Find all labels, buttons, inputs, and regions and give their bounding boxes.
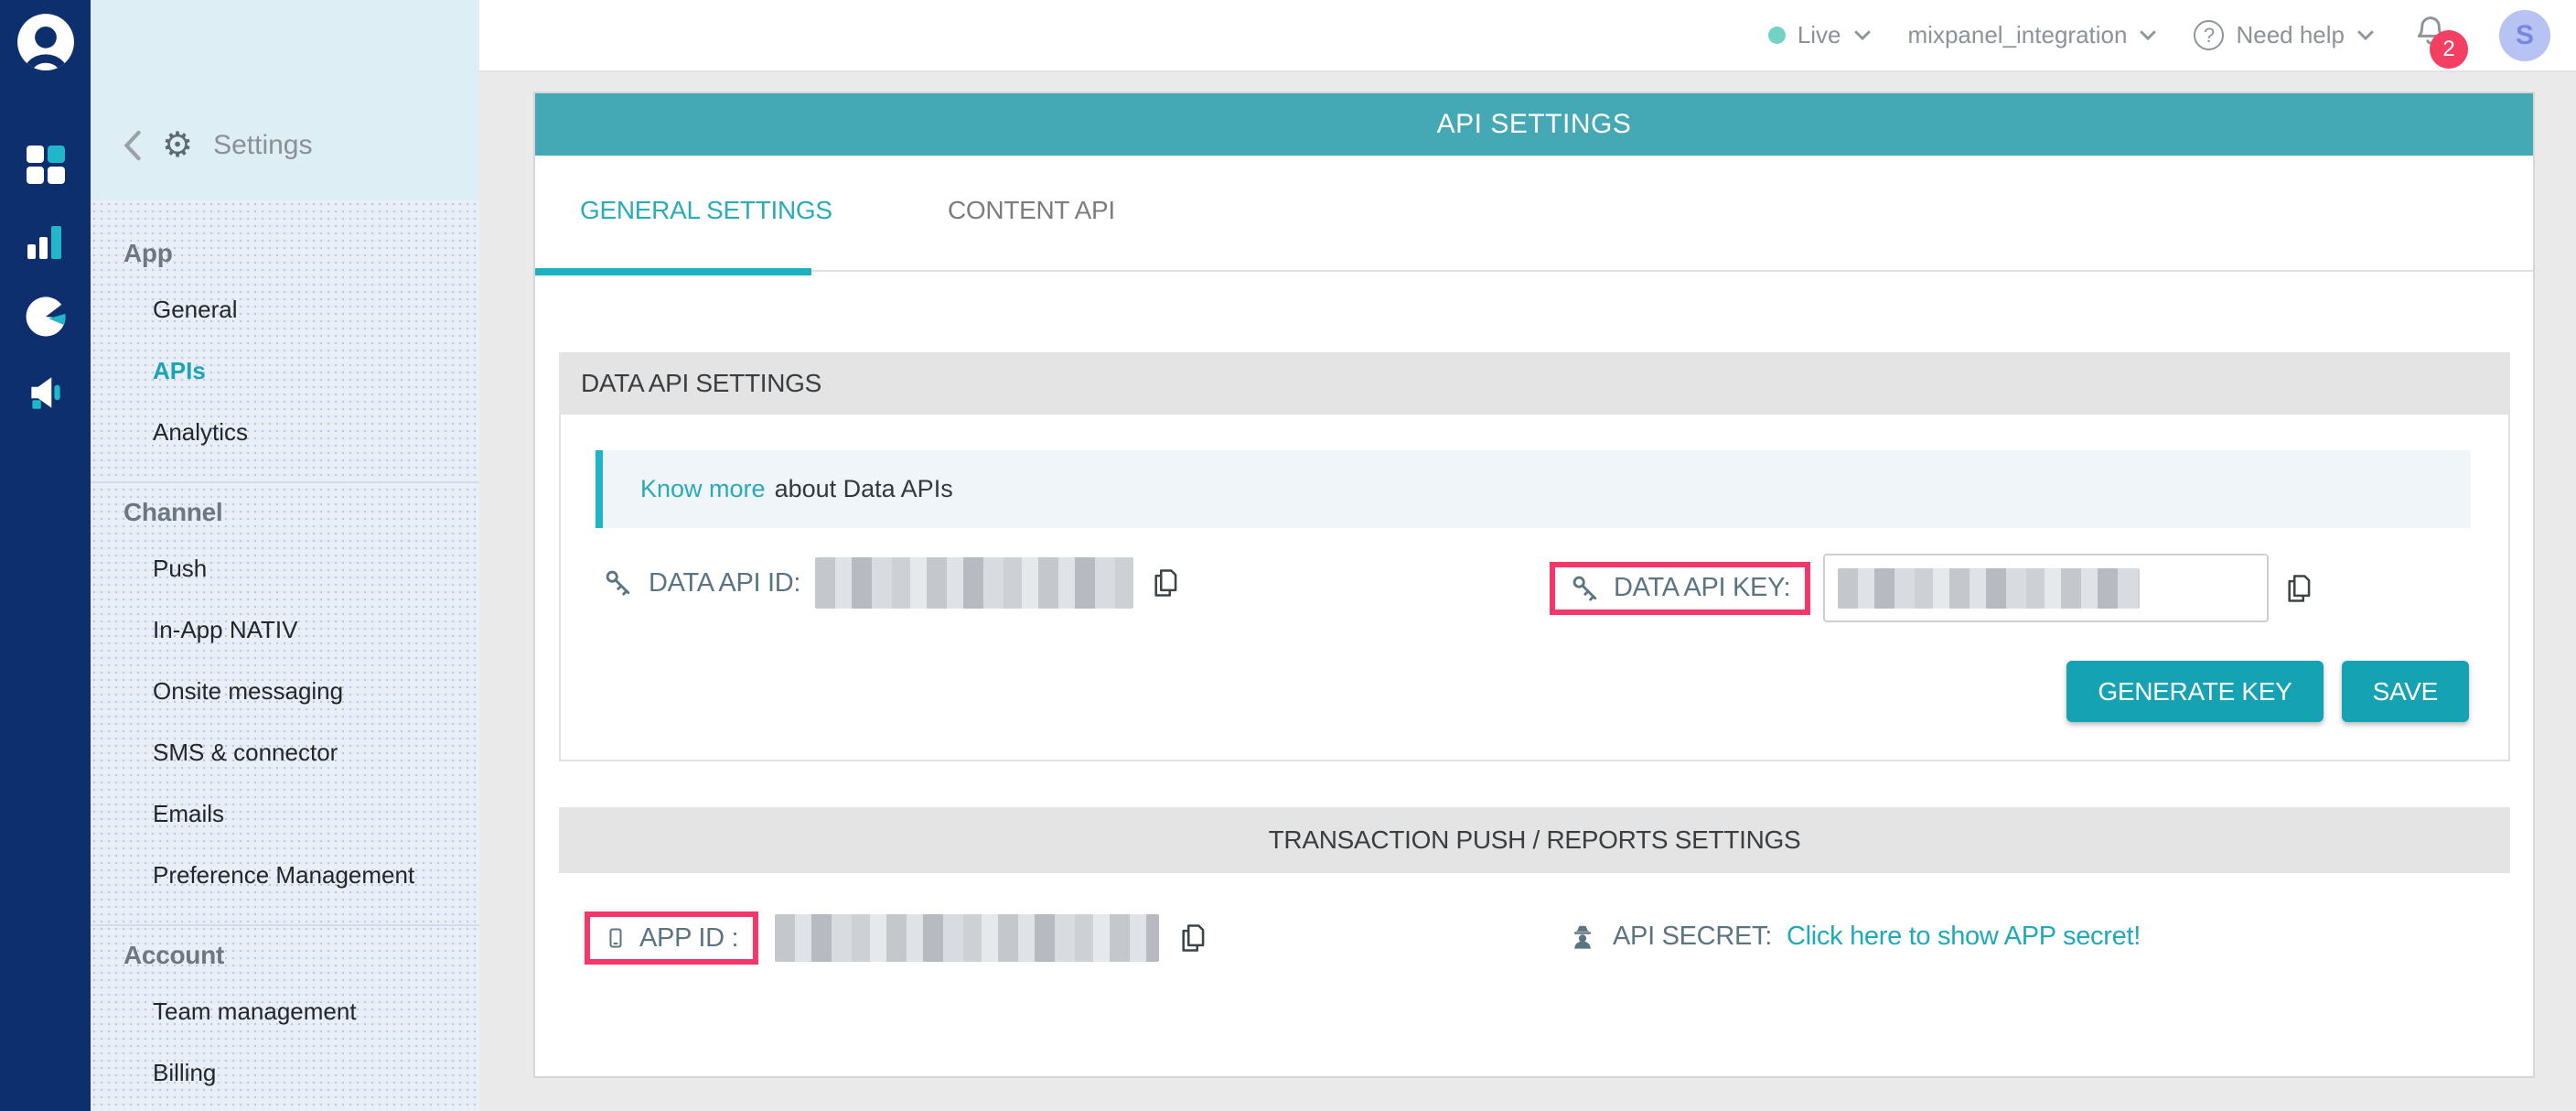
dashboard-grid-icon[interactable] (25, 144, 67, 186)
copy-icon (1175, 921, 1210, 955)
key-actions: GENERATE KEY SAVE (2066, 661, 2469, 722)
sidebar-item-apis[interactable]: APIs (91, 340, 479, 402)
sidebar-section-app: App (123, 239, 479, 268)
copy-icon (1148, 566, 1183, 600)
data-api-id-value-redacted (815, 557, 1133, 609)
sidebar-divider (91, 481, 479, 483)
app-id-row: APP ID : (585, 911, 1210, 965)
tab-bar: GENERAL SETTINGS CONTENT API (535, 156, 2533, 272)
api-secret-label: API SECRET: (1613, 922, 1772, 952)
sidebar-item-emails[interactable]: Emails (91, 783, 479, 845)
save-button[interactable]: SAVE (2342, 661, 2469, 722)
tab-general-settings[interactable]: GENERAL SETTINGS (580, 196, 832, 225)
sidebar-item-push[interactable]: Push (91, 538, 479, 599)
sidebar-section-account: Account (123, 941, 479, 970)
data-api-key-input[interactable] (1823, 554, 2269, 622)
chevron-down-icon (2356, 29, 2375, 41)
info-text: about Data APIs (775, 475, 953, 503)
notification-count-badge: 2 (2430, 30, 2468, 69)
sidebar-nav: App General APIs Analytics Channel Push … (91, 200, 479, 1111)
transaction-settings-header: TRANSACTION PUSH / REPORTS SETTINGS (559, 807, 2510, 873)
copy-data-api-id-button[interactable] (1148, 566, 1183, 600)
copy-data-api-key-button[interactable] (2281, 571, 2316, 606)
data-api-key-value-redacted (1838, 568, 2140, 609)
pie-chart-icon[interactable] (25, 296, 67, 338)
sidebar-divider (91, 924, 479, 926)
sidebar-item-sms-connector[interactable]: SMS & connector (91, 722, 479, 783)
api-secret-row: API SECRET: Click here to show APP secre… (1567, 921, 2141, 952)
topbar: Live mixpanel_integration ? Need help 2 … (479, 0, 2576, 72)
api-settings-card: API SETTINGS GENERAL SETTINGS CONTENT AP… (533, 92, 2535, 1078)
key-icon (603, 567, 634, 599)
chevron-down-icon (2139, 29, 2157, 41)
sidebar-section-channel: Channel (123, 498, 479, 527)
info-banner: Know more about Data APIs (596, 450, 2471, 528)
sidebar-item-analytics[interactable]: Analytics (91, 402, 479, 463)
data-api-key-row: DATA API KEY: (1550, 554, 2316, 622)
back-chevron-icon[interactable] (123, 130, 142, 161)
sidebar-item-billing[interactable]: Billing (91, 1042, 479, 1104)
megaphone-icon[interactable] (24, 372, 68, 415)
sidebar-item-onsite-messaging[interactable]: Onsite messaging (91, 661, 479, 722)
transaction-settings-section: APP ID : (559, 873, 2510, 1080)
copy-icon (2281, 571, 2316, 606)
page-title: API SETTINGS (535, 93, 2533, 156)
sidebar-item-team-management[interactable]: Team management (91, 981, 479, 1042)
data-api-settings-section: Know more about Data APIs DATA API ID: (559, 415, 2510, 761)
environment-dropdown[interactable]: Live (1768, 21, 1872, 49)
workspace: API SETTINGS GENERAL SETTINGS CONTENT AP… (479, 72, 2576, 1111)
sidebar-item-preference-management[interactable]: Preference Management (91, 845, 479, 906)
help-label: Need help (2236, 21, 2345, 49)
gear-icon: ⚙ (162, 128, 193, 163)
data-api-key-highlight: DATA API KEY: (1550, 562, 1810, 615)
settings-sidebar: ⚙ Settings App General APIs Analytics Ch… (91, 0, 479, 1111)
help-dropdown[interactable]: ? Need help (2194, 20, 2375, 50)
app-id-label: APP ID : (639, 923, 738, 954)
project-name: mixpanel_integration (1908, 21, 2128, 49)
bar-chart-icon[interactable] (26, 224, 66, 261)
live-label: Live (1798, 21, 1841, 49)
active-tab-underline (535, 268, 811, 275)
sidebar-item-general[interactable]: General (91, 279, 479, 340)
moengage-logo-icon[interactable] (16, 12, 76, 72)
app-id-highlight: APP ID : (585, 911, 758, 965)
know-more-link[interactable]: Know more (640, 475, 766, 503)
data-api-id-row: DATA API ID: (603, 557, 1183, 609)
key-icon (1570, 573, 1601, 604)
user-secret-icon (1567, 921, 1598, 952)
sidebar-header: ⚙ Settings (91, 0, 479, 200)
generate-key-button[interactable]: GENERATE KEY (2066, 661, 2323, 722)
sidebar-title: Settings (213, 130, 312, 161)
avatar[interactable]: S (2499, 10, 2550, 61)
phone-icon (605, 922, 627, 954)
chevron-down-icon (1853, 29, 1872, 41)
live-status-dot (1768, 27, 1786, 44)
project-dropdown[interactable]: mixpanel_integration (1908, 21, 2158, 49)
notifications-button[interactable]: 2 (2411, 13, 2450, 58)
data-api-key-label: DATA API KEY: (1614, 573, 1790, 603)
main-column: Live mixpanel_integration ? Need help 2 … (479, 0, 2576, 1111)
copy-app-id-button[interactable] (1175, 921, 1210, 955)
data-api-settings-header: DATA API SETTINGS (559, 352, 2510, 415)
app-root: ⚙ Settings App General APIs Analytics Ch… (0, 0, 2576, 1111)
question-circle-icon: ? (2194, 20, 2224, 50)
show-app-secret-link[interactable]: Click here to show APP secret! (1787, 922, 2141, 952)
app-id-value-redacted (775, 914, 1159, 962)
sidebar-item-inapp-nativ[interactable]: In-App NATIV (91, 599, 479, 661)
icon-rail (0, 0, 91, 1111)
data-api-id-label: DATA API ID: (649, 568, 800, 599)
tab-content-api[interactable]: CONTENT API (948, 196, 1115, 225)
